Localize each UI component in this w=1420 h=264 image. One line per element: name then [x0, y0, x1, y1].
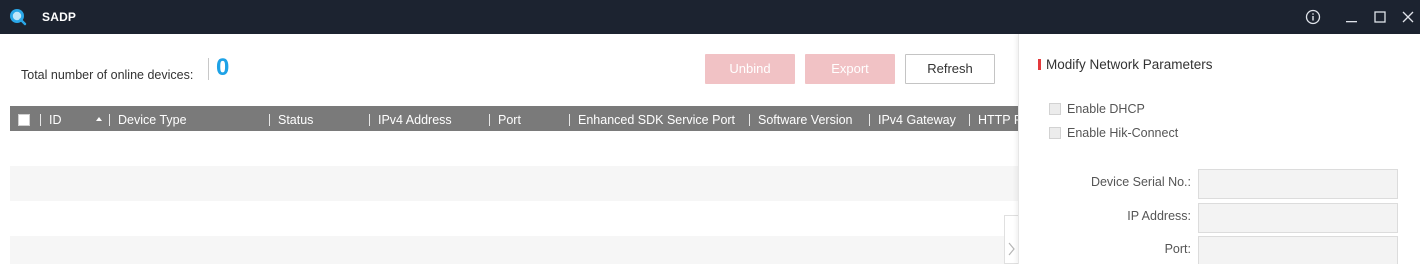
column-header-status[interactable]: Status [278, 106, 313, 134]
modify-network-panel: Modify Network Parameters Enable DHCP En… [1018, 34, 1420, 264]
table-row [10, 236, 1018, 264]
column-divider [109, 114, 110, 126]
column-divider [40, 114, 41, 126]
column-header-ipv4-gateway[interactable]: IPv4 Gateway [878, 106, 956, 134]
title-bar: SADP [0, 0, 1420, 34]
info-icon[interactable] [1304, 8, 1322, 26]
select-all-checkbox[interactable] [18, 114, 30, 126]
column-divider [869, 114, 870, 126]
column-divider [749, 114, 750, 126]
column-header-device-type[interactable]: Device Type [118, 106, 187, 134]
enable-hik-connect-label: Enable Hik-Connect [1067, 126, 1179, 140]
chevron-right-icon [1008, 242, 1015, 256]
total-devices-count: 0 [216, 54, 230, 81]
column-header-software-version[interactable]: Software Version [758, 106, 853, 134]
column-divider [569, 114, 570, 126]
table-header: ID Device Type Status IPv4 Address Port … [10, 106, 1018, 134]
divider [208, 58, 209, 80]
column-divider [969, 114, 970, 126]
table-row [10, 201, 1018, 236]
panel-title: Modify Network Parameters [1046, 57, 1213, 72]
close-icon[interactable] [1399, 8, 1417, 26]
enable-dhcp-label: Enable DHCP [1067, 102, 1145, 116]
enable-hik-connect-checkbox[interactable] [1049, 127, 1061, 139]
column-divider [489, 114, 490, 126]
ip-address-field[interactable] [1198, 203, 1398, 233]
port-label: Port: [1164, 242, 1191, 256]
port-field[interactable] [1198, 236, 1398, 264]
column-header-id[interactable]: ID [49, 106, 62, 134]
unbind-button[interactable]: Unbind [705, 54, 795, 84]
device-serial-field[interactable] [1198, 169, 1398, 199]
column-header-enhanced-sdk-port[interactable]: Enhanced SDK Service Port [578, 106, 735, 134]
column-divider [269, 114, 270, 126]
export-button[interactable]: Export [805, 54, 895, 84]
device-list-area: Total number of online devices: 0 Unbind… [0, 34, 1018, 264]
column-header-port[interactable]: Port [498, 106, 521, 134]
section-accent-bar [1038, 59, 1041, 70]
table-row [10, 166, 1018, 201]
ip-address-label: IP Address: [1127, 209, 1191, 223]
column-header-ipv4-address[interactable]: IPv4 Address [378, 106, 452, 134]
device-serial-label: Device Serial No.: [1090, 175, 1191, 189]
app-logo-icon [10, 9, 27, 26]
table-row [10, 131, 1018, 166]
column-header-http-port[interactable]: HTTP Port [978, 106, 1018, 134]
minimize-icon[interactable] [1343, 8, 1361, 26]
sort-ascending-icon[interactable] [96, 117, 102, 121]
column-divider [369, 114, 370, 126]
enable-dhcp-checkbox[interactable] [1049, 103, 1061, 115]
refresh-button[interactable]: Refresh [905, 54, 995, 84]
app-title: SADP [42, 10, 77, 24]
panel-collapse-tab[interactable] [1004, 215, 1018, 264]
total-devices-label: Total number of online devices: [21, 68, 194, 82]
maximize-icon[interactable] [1371, 8, 1389, 26]
